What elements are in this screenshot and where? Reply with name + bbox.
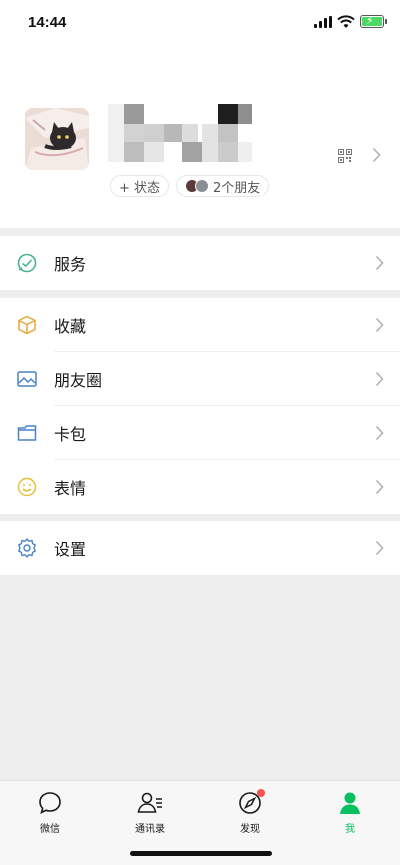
menu-item-services[interactable]: 服务 [0,236,400,290]
battery-icon: ⚡ [360,14,387,28]
chat-bubble-icon [20,789,80,817]
compass-icon [220,789,280,817]
menu-label: 服务 [54,255,87,274]
wifi-icon [337,15,355,28]
check-circle-icon [16,252,38,274]
avatar[interactable] [25,108,89,170]
menu-group-settings: 设置 [0,521,400,575]
menu-item-moments[interactable]: 朋友圈 [0,352,400,406]
nickname-redacted [108,104,258,164]
cat-avatar-icon [25,108,89,170]
tab-label: 我 [345,824,355,835]
tab-me[interactable]: 我 [320,789,380,835]
menu-item-stickers[interactable]: 表情 [0,460,400,514]
tab-contacts[interactable]: 通讯录 [120,789,180,835]
friends-status-chip[interactable]: 2个朋友 [176,175,270,197]
menu-label: 朋友圈 [54,371,103,390]
status-bar: 14:44 ⚡ [0,0,400,46]
menu-item-favorites[interactable]: 收藏 [0,298,400,352]
menu-label: 表情 [54,479,87,498]
chevron-right-icon [375,540,384,556]
notification-dot [257,789,265,797]
tab-label: 微信 [40,824,60,835]
menu-label: 收藏 [54,317,87,336]
person-icon [320,789,380,817]
chevron-right-icon [375,425,384,441]
menu-item-settings[interactable]: 设置 [0,521,400,575]
status-time: 14:44 [28,14,67,31]
gear-icon [16,537,38,559]
tab-chats[interactable]: 微信 [20,789,80,835]
wallet-icon [16,422,38,444]
menu-item-cards[interactable]: 卡包 [0,406,400,460]
menu-group-main: 收藏 朋友圈 卡包 表情 [0,298,400,514]
chevron-right-icon [375,317,384,333]
contacts-icon [120,789,180,817]
menu-label: 卡包 [54,425,87,444]
menu-group-services: 服务 [0,236,400,290]
tab-label: 通讯录 [135,824,165,835]
profile-header[interactable]: + 状态 2个朋友 [0,46,400,228]
tab-label: 发现 [240,824,260,835]
cube-icon [16,314,38,336]
chevron-right-icon [375,255,384,271]
chevron-right-icon [375,479,384,495]
add-status-button[interactable]: + 状态 [110,175,170,197]
friends-chip-label: 2个朋友 [213,180,261,196]
picture-icon [16,368,38,390]
tab-discover[interactable]: 发现 [220,789,280,835]
chevron-right-icon [375,371,384,387]
qr-code-icon[interactable] [338,149,352,163]
add-status-label: + 状态 [119,180,161,196]
smile-icon [16,476,38,498]
home-indicator [130,851,272,856]
signal-icon [314,16,332,28]
friend-avatar [195,179,209,193]
menu-label: 设置 [54,540,87,559]
chevron-right-icon [372,147,381,163]
